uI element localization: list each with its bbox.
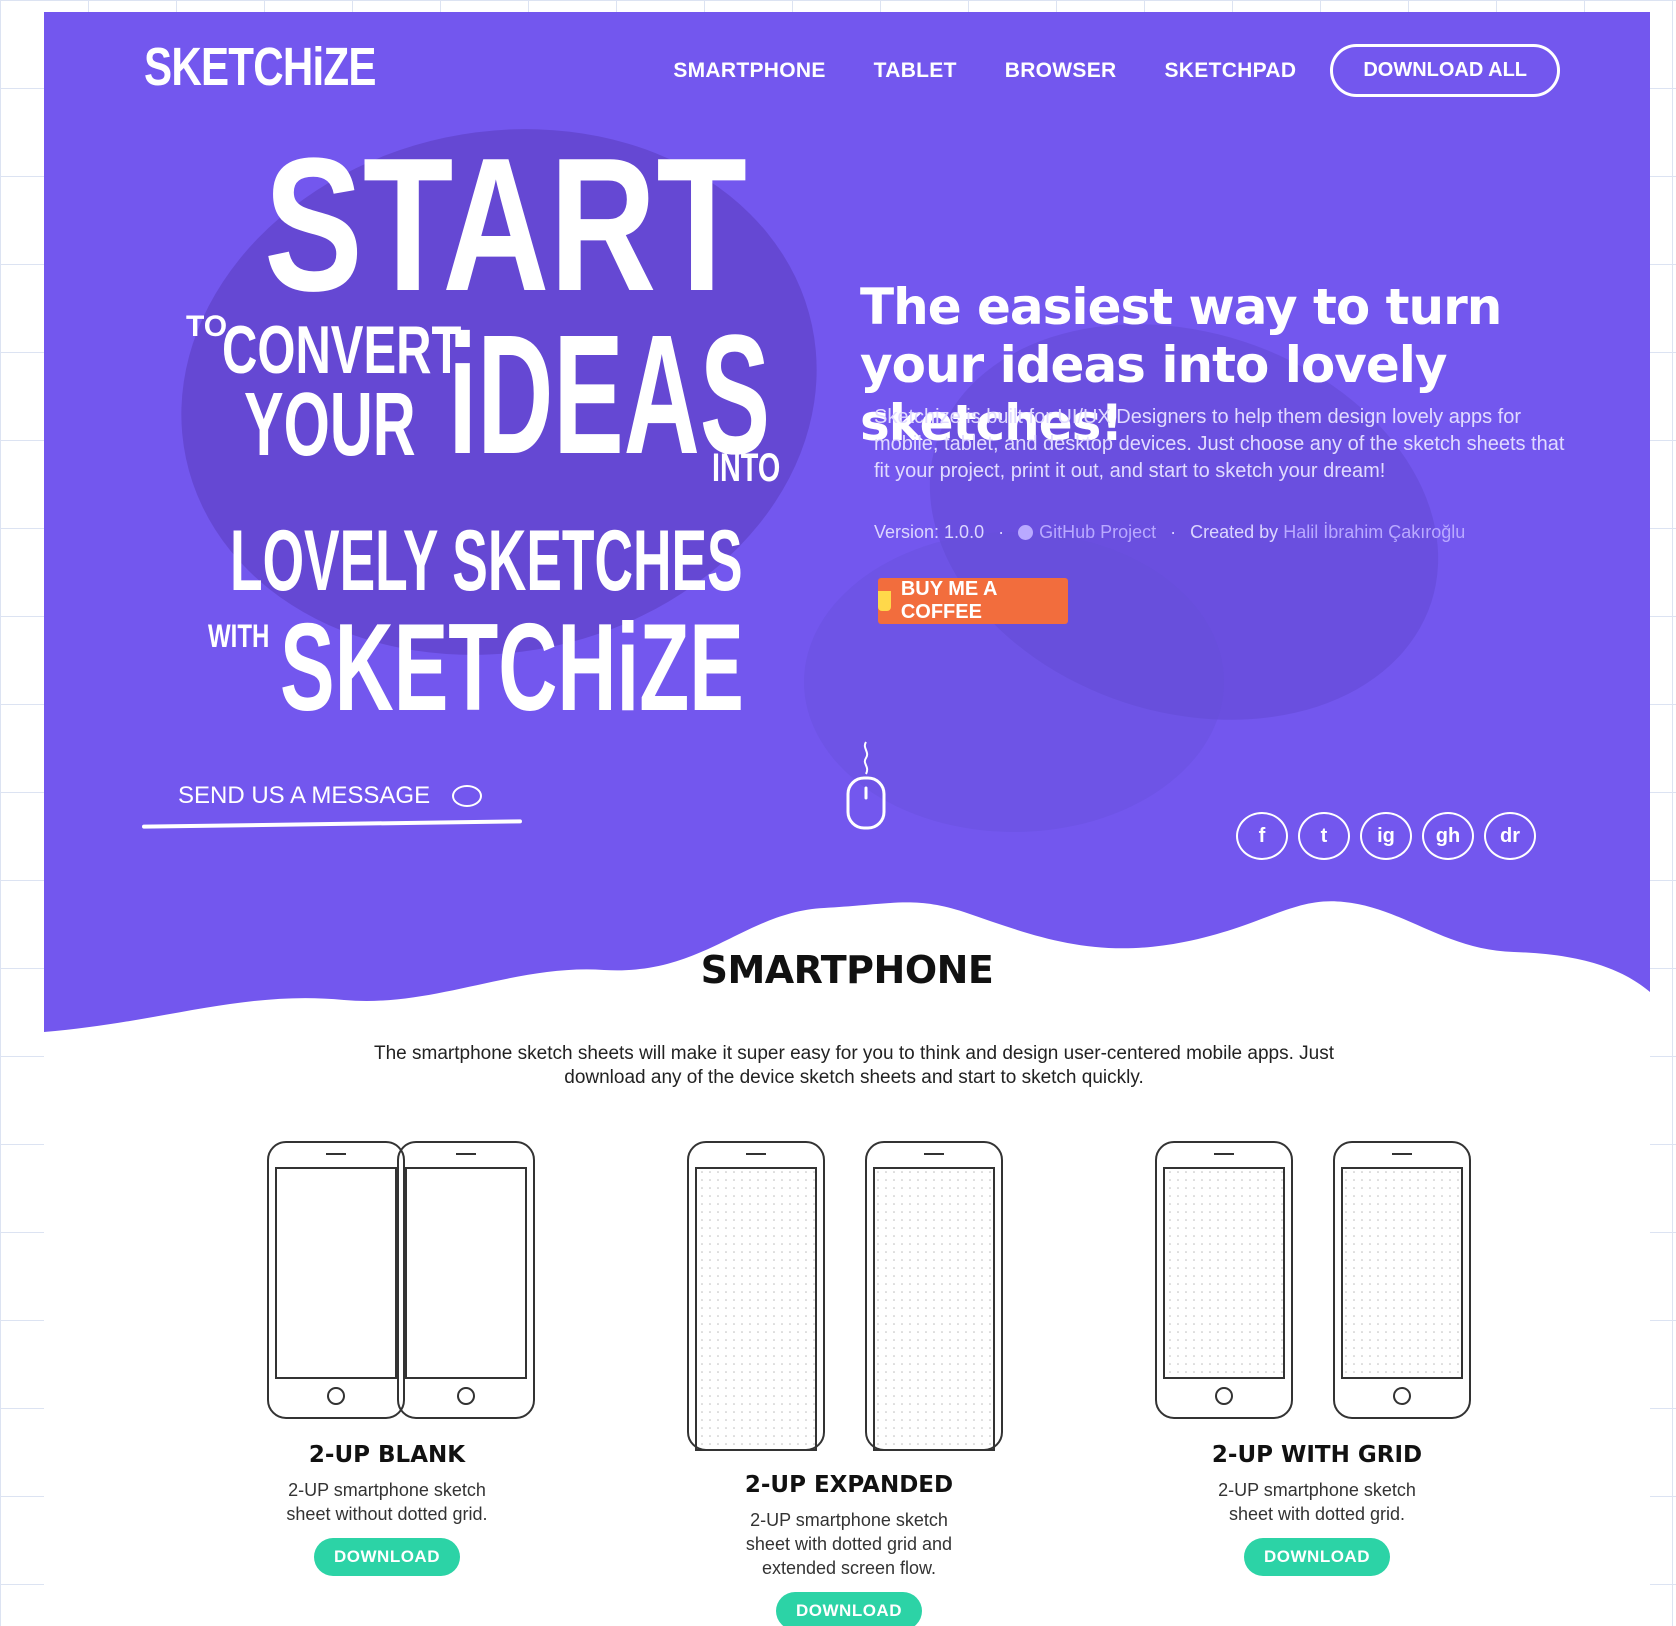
download-button[interactable]: DOWNLOAD [776, 1592, 922, 1626]
buy-me-a-coffee-button[interactable]: BUY ME A COFFEE [878, 578, 1068, 624]
card-2up-blank: 2-UP BLANK 2-UP smartphone sketch sheet … [222, 1138, 552, 1576]
nav-sketchpad[interactable]: SKETCHPAD [1165, 59, 1297, 83]
version-label: Version: 1.0.0 [874, 522, 985, 542]
headline-into: INTO [712, 448, 807, 488]
section-description: The smartphone sketch sheets will make i… [374, 1043, 1334, 1088]
card-description: 2-UP smartphone sketch sheet without dot… [286, 1480, 488, 1524]
nav-tablet[interactable]: TABLET [874, 59, 957, 83]
facebook-icon[interactable]: f [1236, 812, 1288, 860]
github-link[interactable]: GitHub Project [1039, 522, 1156, 543]
phone-sketch-icon [687, 1141, 1003, 1451]
headline-convert-text: CONVERT [222, 312, 462, 388]
download-all-button[interactable]: DOWNLOAD ALL [1330, 44, 1560, 97]
headline-with: WITH [208, 620, 290, 652]
phone-sketch-icon [267, 1141, 535, 1419]
card-2up-expanded: 2-UP EXPANDED 2-UP smartphone sketch she… [684, 1138, 1014, 1626]
hero-section: SKETCHiZE SMARTPHONE TABLET BROWSER SKET… [44, 12, 1650, 1072]
coffee-label: BUY ME A COFFEE [900, 578, 997, 623]
headline-sketchize-text: SKETCHiZE [280, 599, 744, 737]
github-social-icon[interactable]: gh [1422, 812, 1474, 860]
section-title: SMARTPHONE [700, 948, 994, 992]
download-button[interactable]: DOWNLOAD [1244, 1538, 1390, 1576]
headline-into-text: INTO [712, 446, 781, 490]
headline-your-text: YOUR [244, 375, 416, 475]
scroll-mouse-icon[interactable] [844, 738, 888, 830]
social-links: f t ig gh dr [1236, 812, 1546, 860]
separator: · [998, 522, 1005, 542]
separator: · [1170, 522, 1177, 542]
card-2up-with-grid: 2-UP WITH GRID 2-UP smartphone sketch sh… [1152, 1138, 1482, 1576]
main-nav: SMARTPHONE TABLET BROWSER SKETCHPAD DOWN… [625, 44, 1560, 97]
card-preview [222, 1138, 552, 1428]
page: SKETCHiZE SMARTPHONE TABLET BROWSER SKET… [44, 12, 1650, 1626]
card-preview [1152, 1138, 1482, 1428]
coffee-cup-icon [878, 591, 891, 611]
headline-lovely-text: LOVELY SKETCHES [230, 513, 743, 609]
phone-sketch-icon [1155, 1141, 1471, 1419]
send-message-link[interactable]: SEND US A MESSAGE [178, 782, 483, 810]
hero-description: Sketchize is built for UI/UX Designers t… [874, 406, 1565, 482]
send-message-underline [141, 819, 523, 829]
card-title: 2-UP WITH GRID [1211, 1442, 1423, 1468]
headline-start: START [264, 130, 883, 320]
logo[interactable]: SKETCHiZE [144, 36, 376, 98]
send-message-label: SEND US A MESSAGE [178, 782, 431, 809]
twitter-icon[interactable]: t [1298, 812, 1350, 860]
instagram-icon[interactable]: ig [1360, 812, 1412, 860]
headline-with-text: WITH [208, 618, 270, 654]
card-title: 2-UP BLANK [308, 1442, 466, 1468]
chat-bubble-icon [452, 785, 483, 807]
nav-smartphone[interactable]: SMARTPHONE [673, 59, 825, 83]
headline-sketchize: SKETCHiZE [280, 606, 983, 730]
github-icon [1018, 525, 1034, 540]
created-by-label: Created by [1190, 522, 1279, 542]
nav-browser[interactable]: BROWSER [1005, 59, 1117, 83]
headline-start-text: START [264, 119, 747, 331]
dribbble-icon[interactable]: dr [1484, 812, 1536, 860]
headline-to: TO [186, 310, 228, 343]
author-link[interactable]: Halil İbrahim Çakıroğlu [1283, 522, 1465, 543]
download-button[interactable]: DOWNLOAD [314, 1538, 460, 1576]
card-description: 2-UP smartphone sketch sheet with dotted… [1218, 1480, 1416, 1524]
card-preview [684, 1138, 1014, 1458]
meta-line: Version: 1.0.0 · GitHub Project · Create… [874, 522, 1465, 543]
card-title: 2-UP EXPANDED [744, 1472, 954, 1498]
card-description: 2-UP smartphone sketch sheet with dotted… [745, 1510, 953, 1578]
